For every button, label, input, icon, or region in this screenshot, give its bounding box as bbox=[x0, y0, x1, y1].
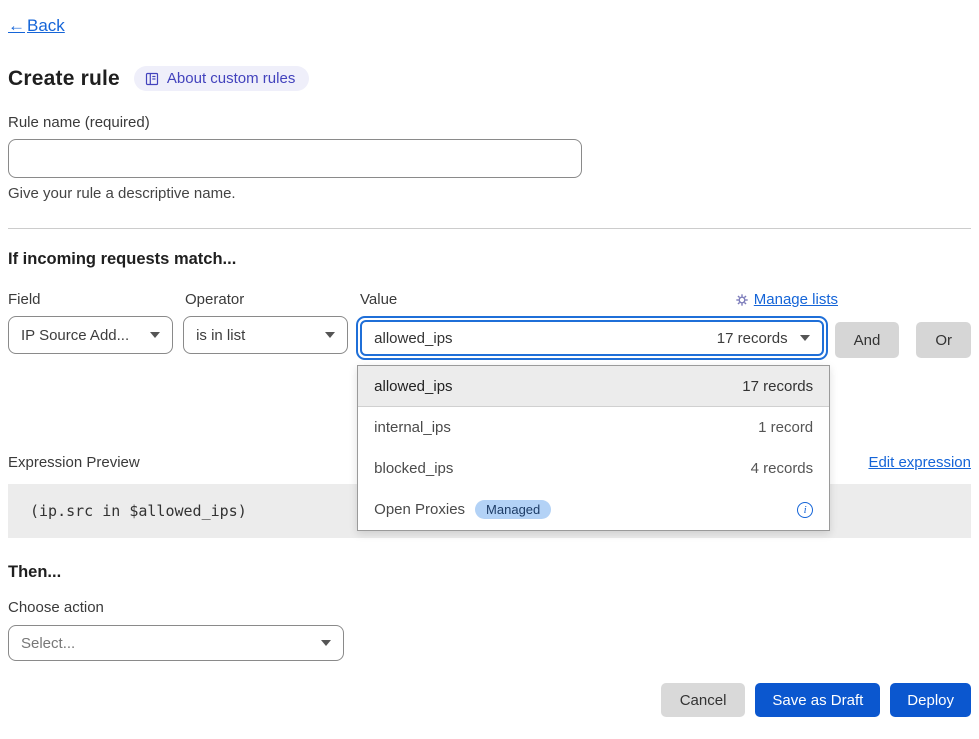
value-select-focus-ring: allowed_ips 17 records bbox=[356, 316, 827, 360]
value-select-wrapper: allowed_ips 17 records allowed_ips 17 re… bbox=[356, 316, 827, 360]
chevron-down-icon bbox=[321, 640, 331, 646]
back-label: Back bbox=[27, 16, 65, 36]
manage-lists-link[interactable]: Manage lists bbox=[735, 291, 838, 308]
list-option-allowed-ips[interactable]: allowed_ips 17 records bbox=[358, 366, 829, 407]
page-title: Create rule bbox=[8, 67, 120, 91]
managed-badge: Managed bbox=[475, 500, 551, 519]
field-select[interactable]: IP Source Add... bbox=[8, 316, 173, 354]
list-option-name: internal_ips bbox=[374, 419, 451, 436]
value-select-value: allowed_ips bbox=[374, 330, 452, 347]
cancel-button[interactable]: Cancel bbox=[661, 683, 746, 717]
and-button[interactable]: And bbox=[835, 322, 900, 358]
deploy-button[interactable]: Deploy bbox=[890, 683, 971, 717]
list-option-internal-ips[interactable]: internal_ips 1 record bbox=[358, 407, 829, 448]
operator-select-value: is in list bbox=[196, 327, 245, 344]
choose-action-label: Choose action bbox=[8, 599, 971, 616]
field-select-value: IP Source Add... bbox=[21, 327, 129, 344]
list-option-blocked-ips[interactable]: blocked_ips 4 records bbox=[358, 448, 829, 489]
action-select-placeholder: Select... bbox=[21, 635, 75, 652]
chevron-down-icon bbox=[800, 335, 810, 341]
expression-preview-label: Expression Preview bbox=[8, 454, 140, 471]
rule-name-label: Rule name (required) bbox=[8, 114, 971, 131]
footer-actions: Cancel Save as Draft Deploy bbox=[8, 683, 971, 717]
list-option-name: allowed_ips bbox=[374, 378, 452, 395]
field-label: Field bbox=[8, 291, 185, 308]
edit-expression-link[interactable]: Edit expression bbox=[868, 454, 971, 471]
condition-controls-row: IP Source Add... is in list allowed_ips … bbox=[8, 316, 971, 360]
expression-code-text: (ip.src in $allowed_ips) bbox=[30, 502, 247, 520]
about-custom-rules-link[interactable]: About custom rules bbox=[134, 66, 309, 91]
value-label: Value bbox=[360, 291, 397, 308]
info-icon[interactable]: i bbox=[797, 502, 813, 518]
list-option-name: Open Proxies bbox=[374, 501, 465, 518]
section-divider bbox=[8, 228, 971, 229]
value-select-record-count: 17 records bbox=[717, 330, 788, 347]
value-dropdown-panel: allowed_ips 17 records internal_ips 1 re… bbox=[357, 365, 830, 531]
list-option-record-count: 4 records bbox=[751, 460, 814, 477]
then-section-heading: Then... bbox=[8, 563, 971, 582]
list-option-name: blocked_ips bbox=[374, 460, 453, 477]
list-option-record-count: 17 records bbox=[742, 378, 813, 395]
rule-name-helper: Give your rule a descriptive name. bbox=[8, 185, 971, 202]
or-button[interactable]: Or bbox=[916, 322, 971, 358]
action-select[interactable]: Select... bbox=[8, 625, 344, 661]
list-option-open-proxies[interactable]: Open Proxies Managed i bbox=[358, 489, 829, 530]
condition-labels-row: Field Operator Value Manage lists bbox=[8, 291, 971, 308]
value-select[interactable]: allowed_ips 17 records bbox=[360, 320, 823, 356]
create-rule-page: ←Back Create rule About custom rules Rul… bbox=[0, 0, 979, 717]
match-section-heading: If incoming requests match... bbox=[8, 250, 971, 269]
save-as-draft-button[interactable]: Save as Draft bbox=[755, 683, 880, 717]
operator-select[interactable]: is in list bbox=[183, 316, 348, 354]
operator-label: Operator bbox=[185, 291, 360, 308]
chevron-down-icon bbox=[325, 332, 335, 338]
title-row: Create rule About custom rules bbox=[8, 66, 971, 91]
chevron-down-icon bbox=[150, 332, 160, 338]
back-row: ←Back bbox=[8, 0, 971, 36]
book-icon bbox=[144, 71, 160, 87]
back-arrow-icon: ← bbox=[8, 16, 25, 36]
rule-name-input[interactable] bbox=[8, 139, 582, 178]
about-badge-label: About custom rules bbox=[167, 70, 295, 87]
list-option-record-count: 1 record bbox=[758, 419, 813, 436]
back-link[interactable]: ←Back bbox=[8, 16, 65, 36]
manage-lists-label: Manage lists bbox=[754, 291, 838, 308]
gear-icon bbox=[735, 293, 749, 307]
